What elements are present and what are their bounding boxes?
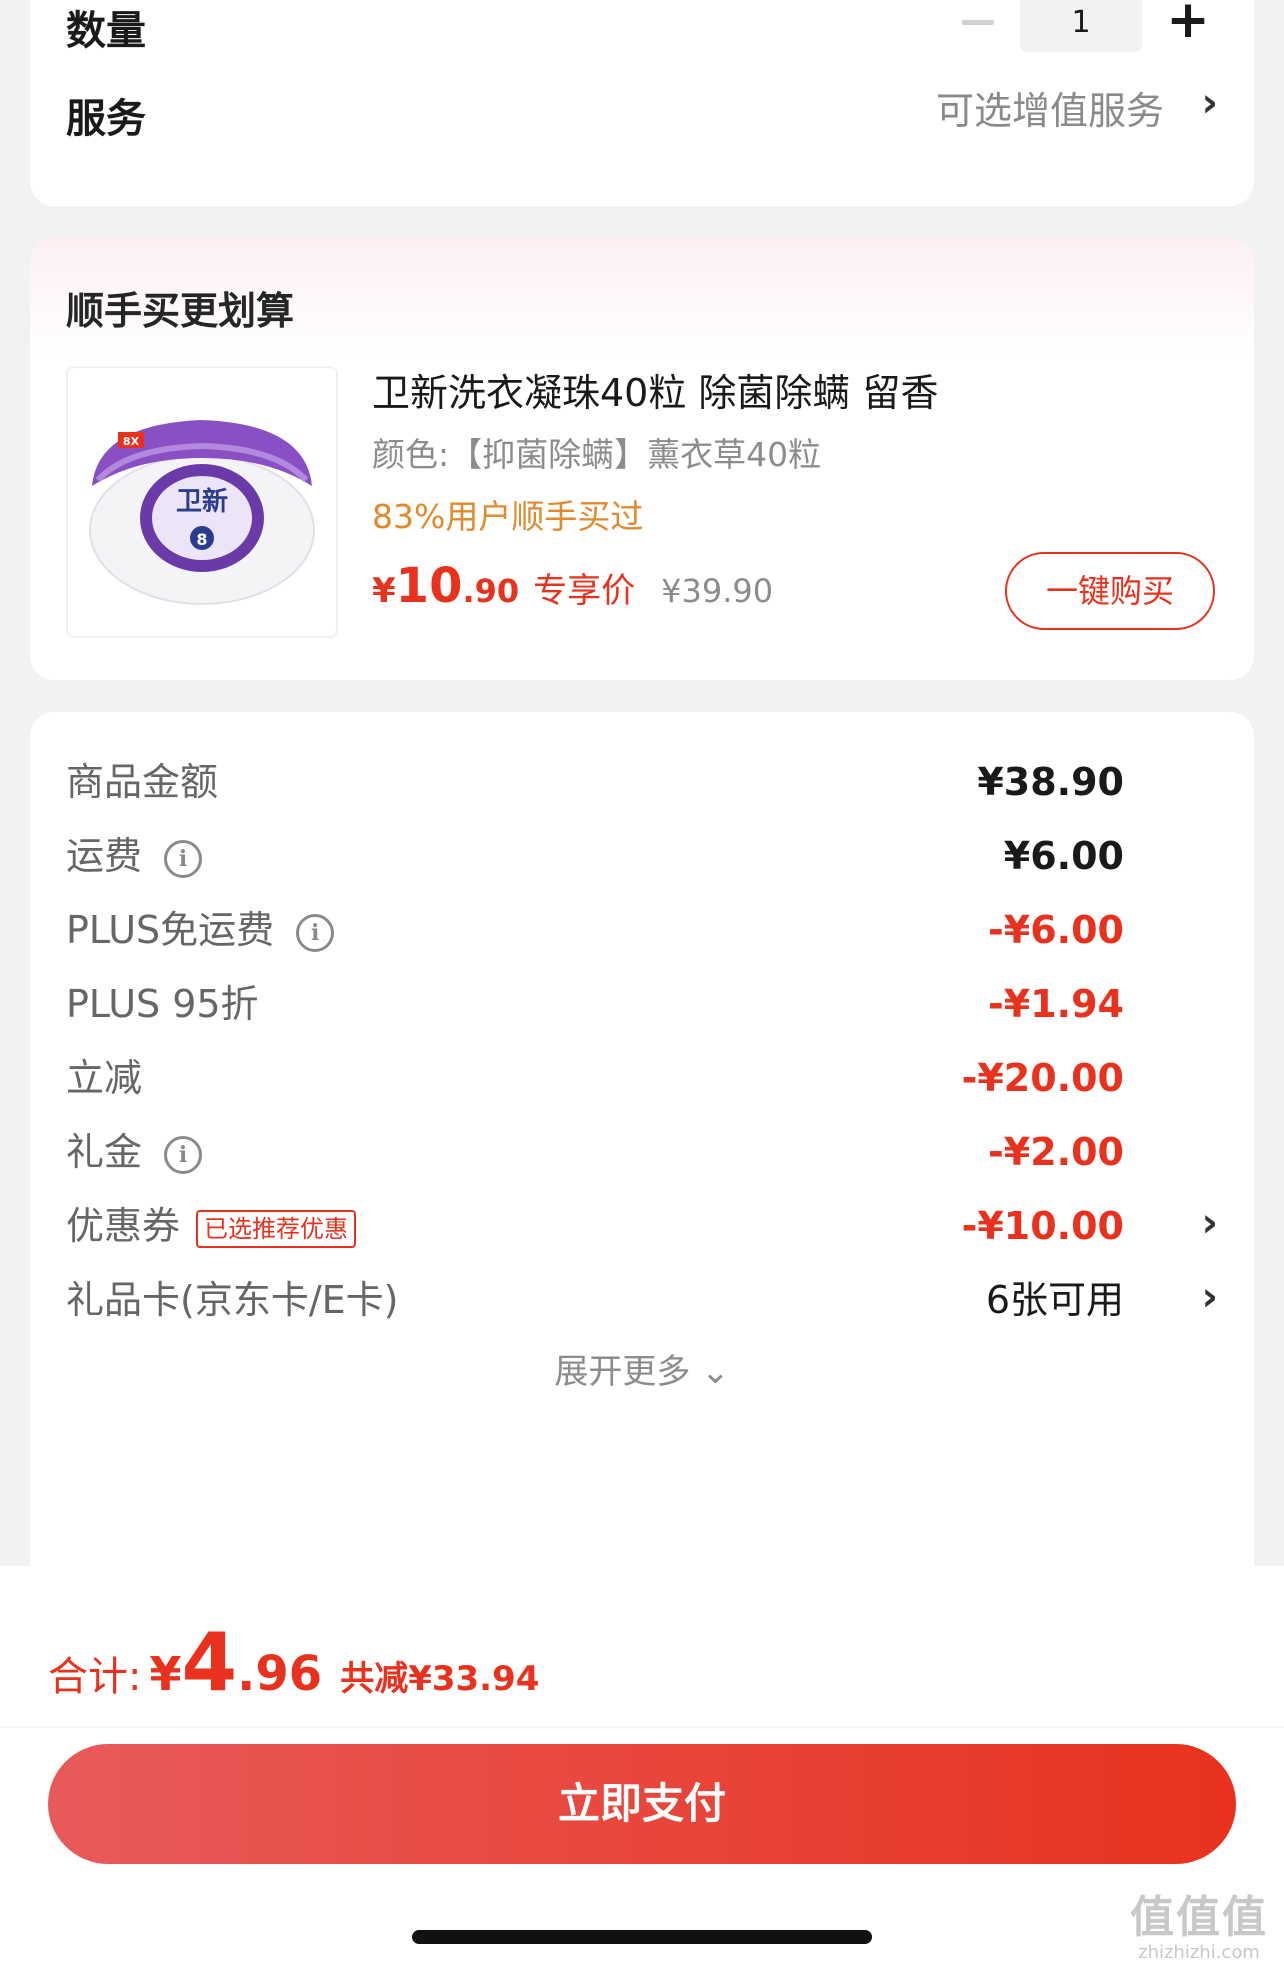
watermark: 值值值 zhizhizhi.com: [1130, 1894, 1268, 1964]
fee-value: ¥38.90: [977, 760, 1124, 804]
laundry-pods-tub-icon: 卫新 8 8X: [89, 420, 315, 605]
fee-label: PLUS免运费 i: [66, 900, 335, 960]
info-icon[interactable]: i: [164, 839, 203, 878]
fee-row-plus-discount: PLUS 95折 -¥1.94: [66, 974, 1254, 1034]
one-click-buy-button[interactable]: 一键购买: [1005, 552, 1215, 630]
product-name[interactable]: 卫新洗衣凝珠40粒 除菌除螨 留香: [372, 362, 939, 417]
info-icon[interactable]: i: [164, 1135, 203, 1174]
fee-row-gift-card[interactable]: 礼品卡(京东卡/E卡) 6张可用 ›: [66, 1270, 1254, 1330]
fee-row-gift-money: 礼金 i -¥2.00: [66, 1122, 1254, 1182]
expand-more-button[interactable]: 展开更多 ⌄: [30, 1344, 1254, 1393]
quantity-decrement-button[interactable]: [962, 20, 994, 25]
price-decimal: .90: [462, 572, 520, 610]
fee-breakdown-card: 商品金额 ¥38.90 运费 i ¥6.00 PLUS免运费 i -¥6.00 PL…: [30, 712, 1254, 1612]
fee-value: ¥6.00: [1003, 834, 1124, 878]
fee-label: 商品金额: [66, 760, 219, 804]
product-image[interactable]: 卫新 8 8X: [66, 366, 338, 638]
quantity-label: 数量: [66, 8, 146, 54]
total-integer: 4: [181, 1616, 238, 1709]
product-count-text: 8: [196, 530, 207, 549]
watermark-logo: 值值值: [1130, 1892, 1268, 1943]
quantity-service-card: 数量 1 + 服务 可选增值服务 ›: [30, 0, 1254, 206]
chevron-right-icon[interactable]: ›: [1202, 1200, 1218, 1246]
coupon-selected-badge: 已选推荐优惠: [196, 1209, 357, 1248]
fee-label: 运费 i: [66, 826, 203, 886]
fee-label: 优惠券 已选推荐优惠: [66, 1196, 357, 1256]
fee-value: -¥20.00: [961, 1056, 1124, 1100]
total-decimal: .96: [237, 1646, 323, 1702]
product-brand-text: 卫新: [176, 486, 228, 517]
fee-row-shipping: 运费 i ¥6.00: [66, 826, 1254, 886]
fee-row-instant-discount: 立减 -¥20.00: [66, 1048, 1254, 1108]
price-tag: 专享价: [533, 571, 636, 611]
service-value[interactable]: 可选增值服务: [936, 80, 1164, 135]
fee-label: 礼金 i: [66, 1122, 203, 1182]
total-saving: 共减¥33.94: [340, 1659, 540, 1699]
fee-label-text: 运费: [66, 834, 143, 878]
fee-value: -¥6.00: [988, 908, 1124, 952]
bundle-offer-card: 顺手买更划算 卫新 8 8X 卫新洗衣凝珠40粒 除菌除螨 留香 颜色:【抑菌除…: [30, 238, 1254, 680]
fee-label: 礼品卡(京东卡/E卡): [66, 1278, 399, 1322]
fee-label-text: 优惠券: [66, 1204, 181, 1248]
total-symbol: ¥: [149, 1647, 182, 1701]
pay-now-button[interactable]: 立即支付: [48, 1744, 1236, 1864]
info-icon[interactable]: i: [296, 913, 335, 952]
product-badge-text: 8X: [123, 435, 140, 448]
fee-value[interactable]: 6张可用: [986, 1270, 1124, 1330]
fee-row-subtotal: 商品金额 ¥38.90: [66, 752, 1254, 812]
checkout-bar: 合计: ¥4.96 共减¥33.94 立即支付 值值值 zhizhizhi.com: [0, 1566, 1284, 1978]
bundle-title: 顺手买更划算: [66, 289, 295, 333]
home-indicator[interactable]: [412, 1930, 872, 1944]
chevron-right-icon[interactable]: ›: [1202, 80, 1218, 126]
service-label: 服务: [66, 96, 146, 142]
fee-label-text: PLUS免运费: [66, 908, 275, 952]
divider: [0, 1726, 1284, 1728]
total-label: 合计:: [48, 1654, 142, 1700]
price-symbol: ¥: [372, 571, 396, 611]
fee-label: PLUS 95折: [66, 982, 259, 1026]
fee-value: -¥2.00: [988, 1130, 1124, 1174]
watermark-url: zhizhizhi.com: [1138, 1942, 1260, 1963]
fee-value: -¥1.94: [988, 982, 1124, 1026]
original-price: ¥39.90: [661, 572, 774, 610]
fee-label: 立减: [66, 1056, 143, 1100]
fee-value[interactable]: -¥10.00: [962, 1196, 1124, 1256]
order-total: 合计: ¥4.96 共减¥33.94: [48, 1616, 539, 1709]
fee-label-text: 礼金: [66, 1130, 143, 1174]
product-price: ¥10.90 专享价 ¥39.90: [372, 558, 773, 614]
fee-row-plus-free-shipping: PLUS免运费 i -¥6.00: [66, 900, 1254, 960]
product-variant: 颜色:【抑菌除螨】薰衣草40粒: [372, 435, 822, 474]
quantity-input[interactable]: 1: [1020, 0, 1142, 52]
quantity-increment-button[interactable]: +: [1160, 0, 1216, 50]
product-purchase-stat: 83%用户顺手买过: [372, 497, 644, 536]
price-integer: 10: [395, 558, 463, 614]
fee-row-coupon[interactable]: 优惠券 已选推荐优惠 -¥10.00 ›: [66, 1196, 1254, 1256]
chevron-right-icon[interactable]: ›: [1202, 1274, 1218, 1320]
